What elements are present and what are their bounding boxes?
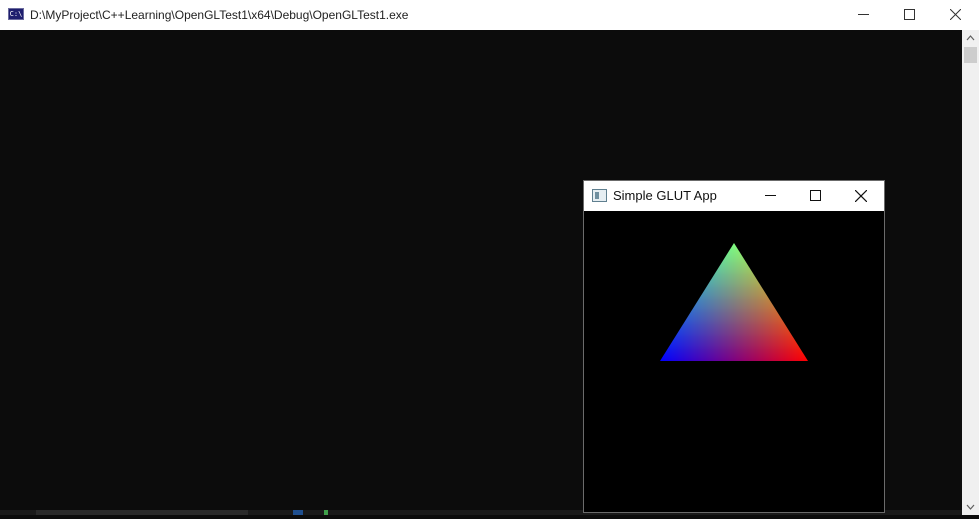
app-window-icon xyxy=(592,189,607,202)
background-taskbar-indicator xyxy=(324,510,328,515)
close-icon xyxy=(855,190,867,202)
minimize-icon xyxy=(765,195,776,196)
console-maximize-button[interactable] xyxy=(886,0,932,30)
maximize-icon xyxy=(904,9,915,20)
maximize-icon xyxy=(810,190,821,201)
glut-window[interactable]: Simple GLUT App xyxy=(583,180,885,513)
console-app-icon: C:\ xyxy=(8,8,24,20)
scroll-down-button[interactable] xyxy=(962,499,979,515)
console-close-button[interactable] xyxy=(932,0,978,30)
background-taskbar-segment xyxy=(36,510,248,515)
chevron-up-icon xyxy=(966,35,975,41)
scroll-up-button[interactable] xyxy=(962,30,979,46)
console-window-title: D:\MyProject\C++Learning\OpenGLTest1\x64… xyxy=(30,8,409,22)
colored-triangle-green-blend xyxy=(660,243,808,361)
glut-maximize-button[interactable] xyxy=(793,181,838,211)
background-taskbar-icon xyxy=(293,510,303,515)
chevron-down-icon xyxy=(966,504,975,510)
minimize-icon xyxy=(858,14,869,15)
glut-minimize-button[interactable] xyxy=(748,181,793,211)
glut-title-bar[interactable]: Simple GLUT App xyxy=(584,181,884,211)
scroll-thumb[interactable] xyxy=(964,47,977,63)
console-vertical-scrollbar[interactable] xyxy=(962,30,979,515)
console-minimize-button[interactable] xyxy=(840,0,886,30)
glut-close-button[interactable] xyxy=(838,181,883,211)
opengl-render-canvas[interactable] xyxy=(584,211,884,512)
console-title-bar[interactable]: C:\ D:\MyProject\C++Learning\OpenGLTest1… xyxy=(0,0,979,30)
rendered-scene xyxy=(660,243,808,361)
close-icon xyxy=(950,9,961,20)
glut-window-title: Simple GLUT App xyxy=(613,188,717,203)
